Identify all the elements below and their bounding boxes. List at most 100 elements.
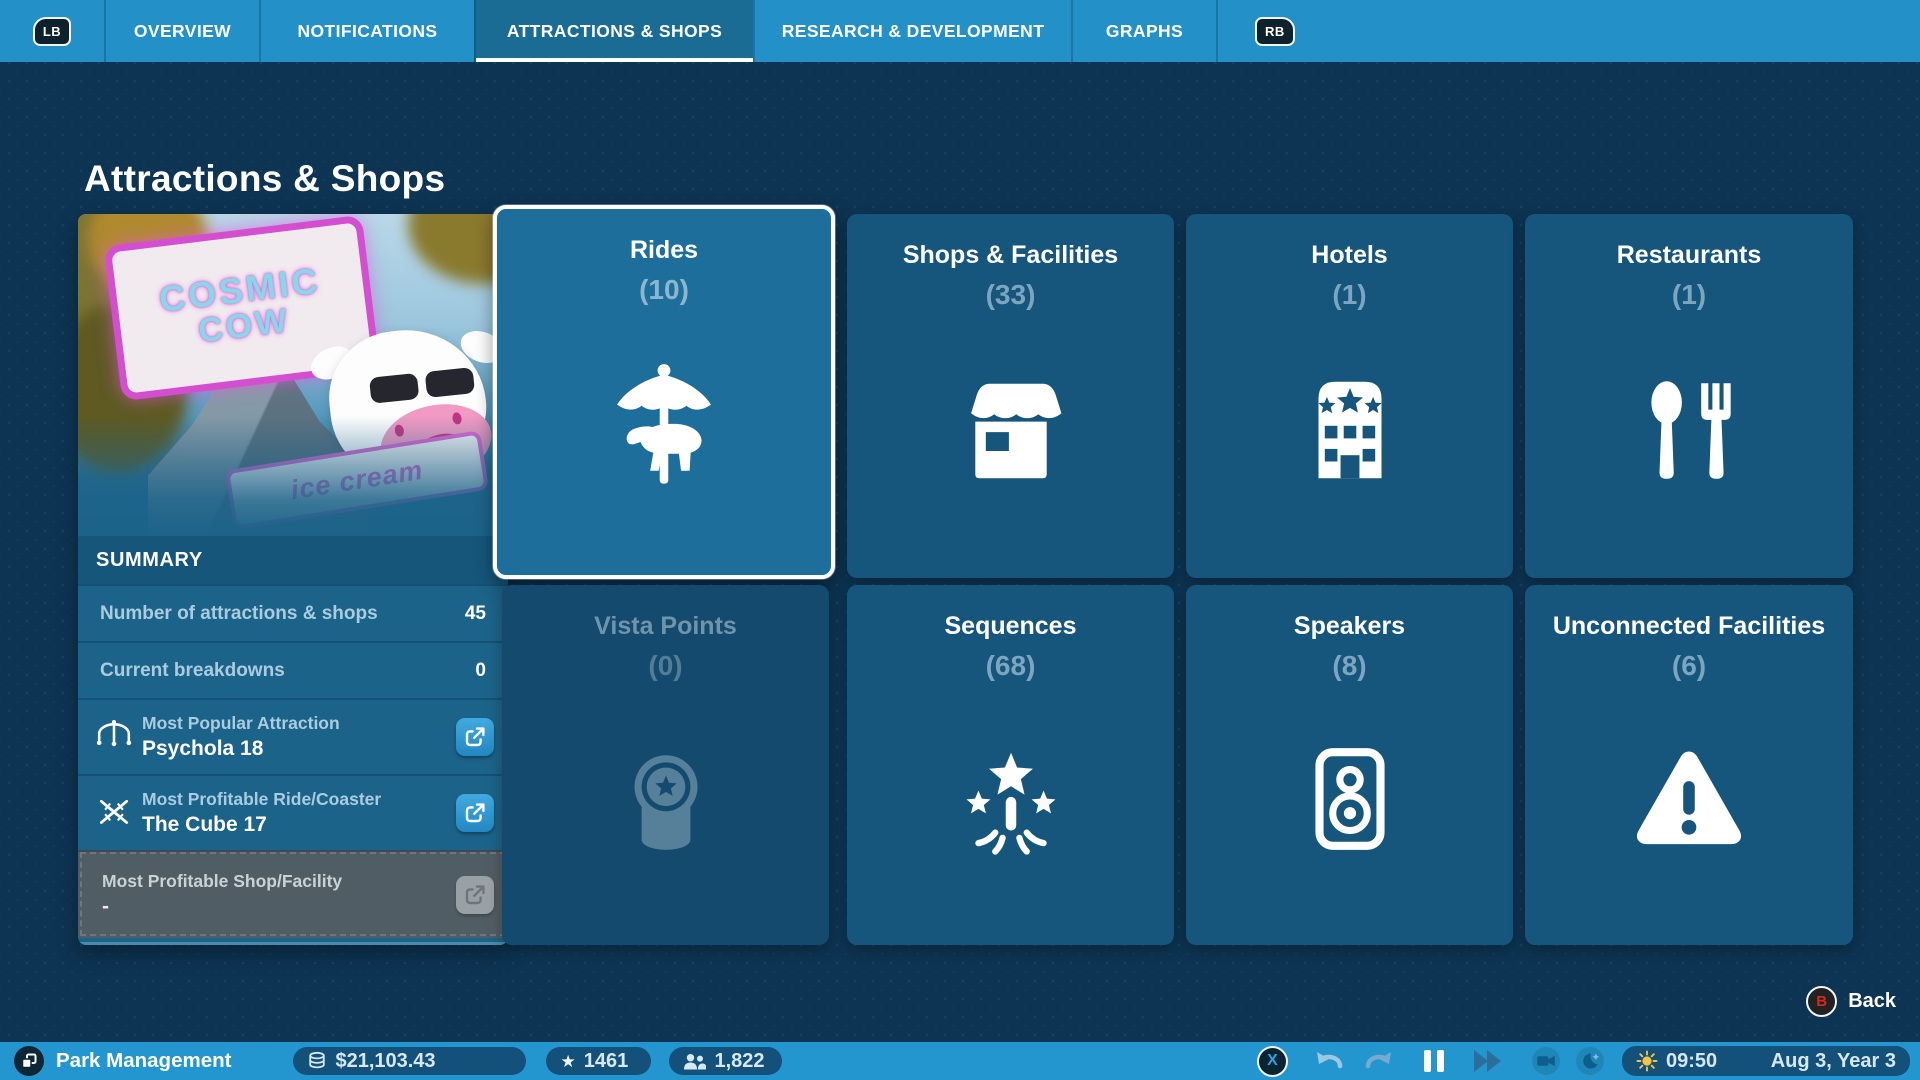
external-link-icon (465, 727, 485, 747)
fireworks-icon (965, 753, 1056, 855)
time-date-display: 09:50 Aug 3, Year 3 (1622, 1046, 1910, 1076)
open-most-profitable-ride-button[interactable] (456, 794, 494, 832)
tile-label: Speakers (1293, 612, 1406, 640)
most-popular-attraction-row: Most Popular Attraction Psychola 18 (78, 698, 508, 774)
b-glyph: B (1816, 993, 1828, 1010)
photo-fade (78, 416, 508, 536)
lb-button-icon: LB (32, 16, 72, 46)
summary-panel: COSMIC COW ice cream (78, 214, 508, 945)
tab-graphs[interactable]: GRAPHS (1071, 0, 1218, 62)
external-link-icon (465, 885, 485, 905)
tile-count: (33) (985, 278, 1036, 310)
tile-speakers[interactable]: Speakers (8) (1186, 585, 1513, 945)
swing-ride-icon (96, 720, 132, 747)
tile-count: (10) (639, 273, 689, 305)
speaker-icon (1314, 748, 1385, 851)
guests-value: 1,822 (714, 1049, 765, 1072)
open-most-profitable-shop-button-disabled (456, 876, 494, 914)
stat-label: Number of attractions & shops (100, 602, 378, 624)
stat-row-attraction-count: Number of attractions & shops 45 (78, 584, 508, 641)
highlight-label: Most Profitable Shop/Facility (102, 871, 343, 891)
tile-hotels[interactable]: Hotels (1) (1186, 214, 1513, 578)
warning-icon (1636, 751, 1742, 845)
fast-forward-button[interactable] (1472, 1049, 1504, 1073)
tile-sequences[interactable]: Sequences (68) (847, 585, 1174, 945)
back-label: Back (1848, 990, 1896, 1012)
redo-button[interactable] (1364, 1048, 1394, 1074)
money-display[interactable]: $21,103.43 (293, 1047, 527, 1075)
tile-rides[interactable]: Rides (10) (493, 205, 835, 579)
stat-value: 45 (464, 602, 486, 624)
b-button-icon: B (1806, 986, 1838, 1017)
highlight-value: Psychola 18 (142, 737, 264, 760)
highlight-label: Most Popular Attraction (142, 713, 340, 733)
tab-overview[interactable]: OVERVIEW (104, 0, 259, 62)
x-button-hint: X (1257, 1045, 1288, 1077)
coins-icon (309, 1051, 326, 1069)
tile-vista-points: Vista Points (0) (502, 585, 829, 945)
cutlery-icon (1651, 381, 1731, 480)
rb-button-icon: RB (1255, 16, 1295, 46)
pause-icon (1424, 1050, 1431, 1072)
open-most-popular-attraction-button[interactable] (456, 718, 494, 756)
tile-count: (8) (1332, 649, 1367, 681)
panel-bottom-edge (78, 938, 508, 945)
tile-count: (0) (648, 649, 683, 681)
highlight-value: - (102, 895, 109, 918)
stat-label: Current breakdowns (100, 659, 285, 681)
highlight-value: The Cube 17 (142, 813, 267, 836)
park-management-icon (14, 1046, 44, 1076)
sun-icon (1636, 1050, 1658, 1072)
most-profitable-shop-row: Most Profitable Shop/Facility - (78, 850, 508, 938)
vista-point-icon (633, 755, 698, 851)
x-glyph: X (1267, 1052, 1278, 1069)
tile-count: (1) (1671, 278, 1707, 310)
park-management-screen: LB OVERVIEW NOTIFICATIONS ATTRACTIONS & … (0, 0, 1920, 1080)
shop-stall-icon (970, 384, 1061, 479)
lb-hint: LB (0, 0, 104, 62)
tab-research-development[interactable]: RESEARCH & DEVELOPMENT (753, 0, 1071, 62)
tile-label: Shops & Facilities (902, 241, 1119, 269)
day-night-cycle-button[interactable] (1576, 1047, 1604, 1075)
coaster-icon (99, 799, 129, 824)
tab-attractions-shops[interactable]: ATTRACTIONS & SHOPS (474, 0, 753, 62)
rating-value: 1461 (583, 1049, 629, 1072)
guests-icon (684, 1053, 707, 1069)
tile-label: Hotels (1311, 241, 1388, 269)
camera-icon (1537, 1055, 1555, 1067)
undo-icon (1317, 1052, 1343, 1069)
rb-hint: RB (1255, 0, 1295, 62)
fast-forward-icon (1474, 1050, 1501, 1072)
sign-text: COW (196, 301, 293, 351)
tab-notifications[interactable]: NOTIFICATIONS (259, 0, 474, 62)
tile-label: Rides (629, 236, 699, 264)
tile-count: (1) (1332, 278, 1367, 310)
guest-count-display[interactable]: 1,822 (669, 1047, 783, 1075)
highlight-label: Most Profitable Ride/Coaster (142, 789, 382, 809)
cow-sunglasses (368, 367, 476, 404)
tile-label: Vista Points (594, 612, 737, 640)
stat-row-breakdowns: Current breakdowns 0 (78, 641, 508, 698)
redo-icon (1365, 1052, 1391, 1069)
day-night-icon (1583, 1053, 1600, 1069)
featured-attraction-photo: COSMIC COW ice cream (78, 214, 508, 536)
status-bar: Park Management $21,103.43 ★ 1461 1,822 (0, 1042, 1920, 1080)
back-button[interactable]: B Back (1806, 986, 1896, 1017)
tile-label: Restaurants (1616, 241, 1762, 269)
mode-label: Park Management (56, 1049, 232, 1072)
tile-count: (68) (985, 649, 1036, 681)
date-value: Aug 3, Year 3 (1770, 1049, 1896, 1072)
tile-count: (6) (1671, 649, 1707, 681)
time-value: 09:50 (1666, 1049, 1718, 1072)
camera-mode-button[interactable] (1532, 1047, 1560, 1075)
external-link-icon (465, 803, 485, 823)
hotel-icon (1317, 381, 1382, 479)
undo-button[interactable] (1314, 1048, 1344, 1074)
star-icon: ★ (560, 1051, 576, 1071)
tile-restaurants[interactable]: Restaurants (1) (1525, 214, 1853, 578)
pause-button[interactable] (1424, 1050, 1444, 1072)
park-rating-display[interactable]: ★ 1461 (546, 1047, 652, 1075)
tile-unconnected-facilities[interactable]: Unconnected Facilities (6) (1525, 585, 1853, 945)
tile-shops-facilities[interactable]: Shops & Facilities (33) (847, 214, 1174, 578)
tile-label: Sequences (944, 612, 1077, 640)
